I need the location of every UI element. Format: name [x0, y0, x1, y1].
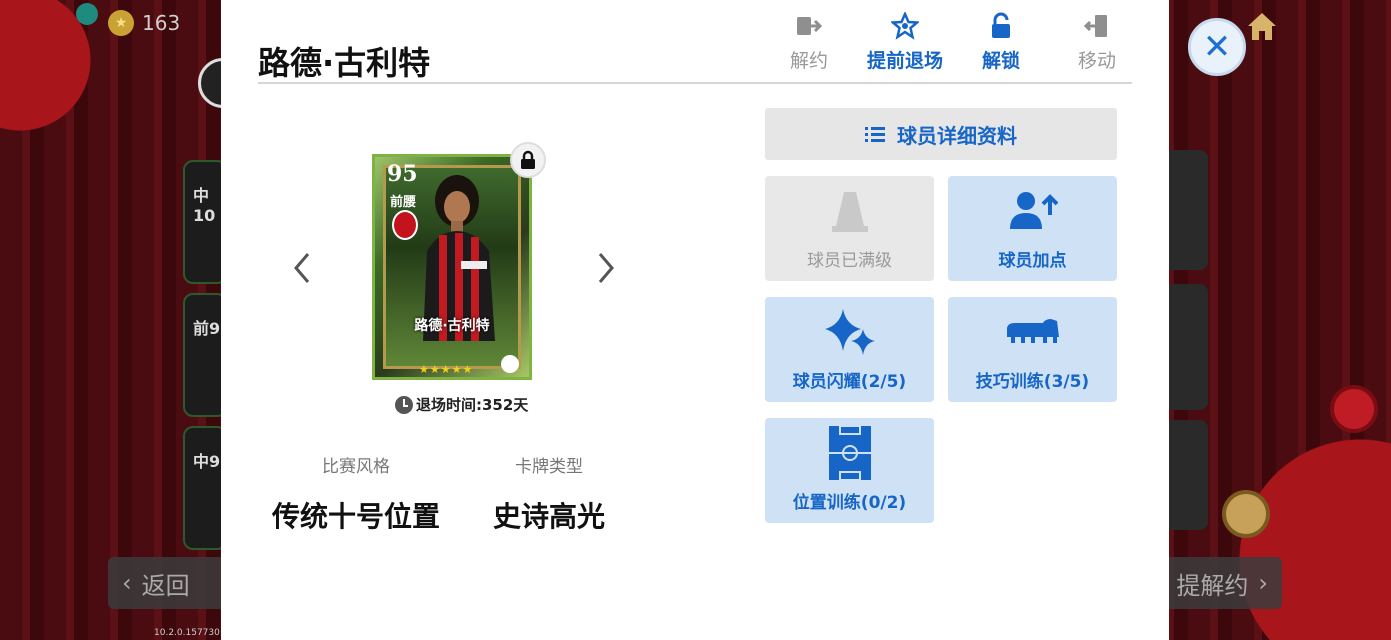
- player-add-points-icon: [1009, 192, 1058, 229]
- close-icon: ✕: [1202, 27, 1232, 67]
- close-button[interactable]: ✕: [1188, 18, 1246, 76]
- release-action-button[interactable]: 解约: [761, 10, 857, 76]
- star-exit-icon: [891, 12, 919, 40]
- unlock-action-button[interactable]: 解锁: [953, 10, 1049, 76]
- release-action-label: 解约: [789, 50, 828, 72]
- bulk-release-label: 提解约: [1176, 571, 1249, 600]
- card-lock-button[interactable]: [510, 142, 546, 178]
- move-action-button[interactable]: 移动: [1049, 10, 1145, 76]
- card-type-block: 卡牌类型 史诗高光: [469, 452, 629, 535]
- version-text: 10.2.0.157730: [154, 628, 220, 638]
- card-stars: ★★★★★: [419, 363, 474, 376]
- ac-milan-badge-icon: [392, 210, 418, 240]
- move-icon: [1083, 15, 1107, 37]
- next-player-button[interactable]: [591, 248, 621, 288]
- move-action-label: 移动: [1077, 50, 1116, 72]
- player-details-label: 球员详细资料: [897, 123, 1017, 148]
- previous-player-button[interactable]: [287, 248, 317, 288]
- background-right-panel: [1168, 150, 1208, 530]
- player-title: 路德·古利特: [258, 44, 431, 82]
- efootball-logo-icon: [501, 355, 519, 373]
- retire-time: 退场时间:352天: [395, 394, 528, 415]
- top-action-bar: 解约 提前退场 解锁 移动: [761, 10, 1145, 76]
- player-card[interactable]: 95 前腰 路德·古利特 ★★★★★: [372, 154, 532, 380]
- player-shine-label: 球员闪耀(2/5): [792, 372, 907, 392]
- boot-icon: [1006, 319, 1059, 343]
- decorative-flower: [1222, 490, 1270, 538]
- player-max-level-label: 球员已满级: [807, 251, 892, 271]
- decorative-flower: [1330, 385, 1378, 433]
- card-type-label: 卡牌类型: [515, 457, 583, 477]
- background-card-label: 中9: [193, 452, 221, 471]
- unlock-action-label: 解锁: [981, 50, 1020, 72]
- card-type-value: 史诗高光: [492, 500, 605, 533]
- sparkle-icon: [824, 309, 875, 355]
- background-card-label: 前9: [193, 319, 221, 338]
- home-icon[interactable]: [1244, 8, 1280, 44]
- player-add-points-tile[interactable]: 球员加点: [948, 176, 1117, 281]
- card-rating: 95: [387, 161, 418, 187]
- position-training-tile[interactable]: 位置训练(0/2): [765, 418, 934, 523]
- chevron-left-icon: ‹: [122, 569, 132, 597]
- unlock-icon: [992, 12, 1010, 38]
- background-slab: [1168, 284, 1208, 410]
- release-icon: [797, 17, 823, 35]
- list-icon: [865, 127, 885, 142]
- chevron-right-icon: ›: [1258, 569, 1268, 597]
- pitch-icon: [828, 425, 871, 481]
- back-button[interactable]: ‹ 返回: [108, 557, 238, 609]
- coin-counter: ★ 163: [108, 10, 180, 36]
- background-slab: [1168, 150, 1208, 270]
- chevron-left-icon: [294, 253, 310, 283]
- bulk-release-button[interactable]: 提解约 ›: [1150, 557, 1282, 609]
- title-divider: [258, 82, 1132, 84]
- back-label: 返回: [141, 571, 190, 600]
- player-dialog: 路德·古利特 解约 提前退场 解锁 移动 95 前腰 路德·古利特 ★★★★★ …: [221, 0, 1169, 640]
- early-exit-action-button[interactable]: 提前退场: [857, 10, 953, 76]
- clock-icon: [395, 395, 413, 414]
- coin-icon: ★: [108, 10, 134, 36]
- card-position: 前腰: [390, 195, 417, 210]
- coin-value: 163: [142, 11, 181, 35]
- player-shine-tile[interactable]: 球员闪耀(2/5): [765, 297, 934, 402]
- player-details-button[interactable]: 球员详细资料: [765, 108, 1117, 160]
- player-max-level-tile[interactable]: 球员已满级: [765, 176, 934, 281]
- retire-time-label: 退场时间:352天: [416, 396, 529, 414]
- chevron-right-icon: [598, 253, 614, 283]
- player-add-points-label: 球员加点: [998, 251, 1067, 271]
- skill-training-tile[interactable]: 技巧训练(3/5): [948, 297, 1117, 402]
- card-player-name: 路德·古利特: [414, 318, 490, 334]
- early-exit-action-label: 提前退场: [866, 50, 943, 72]
- position-training-label: 位置训练(0/2): [792, 493, 907, 513]
- play-style-value: 传统十号位置: [271, 500, 440, 533]
- play-style-label: 比赛风格: [322, 457, 390, 477]
- decoration-dot: [76, 3, 98, 25]
- lock-icon: [521, 150, 535, 169]
- play-style-block: 比赛风格 传统十号位置: [261, 452, 451, 535]
- cone-icon: [831, 192, 868, 232]
- skill-training-label: 技巧训练(3/5): [975, 372, 1090, 392]
- background-slab: [1168, 420, 1208, 530]
